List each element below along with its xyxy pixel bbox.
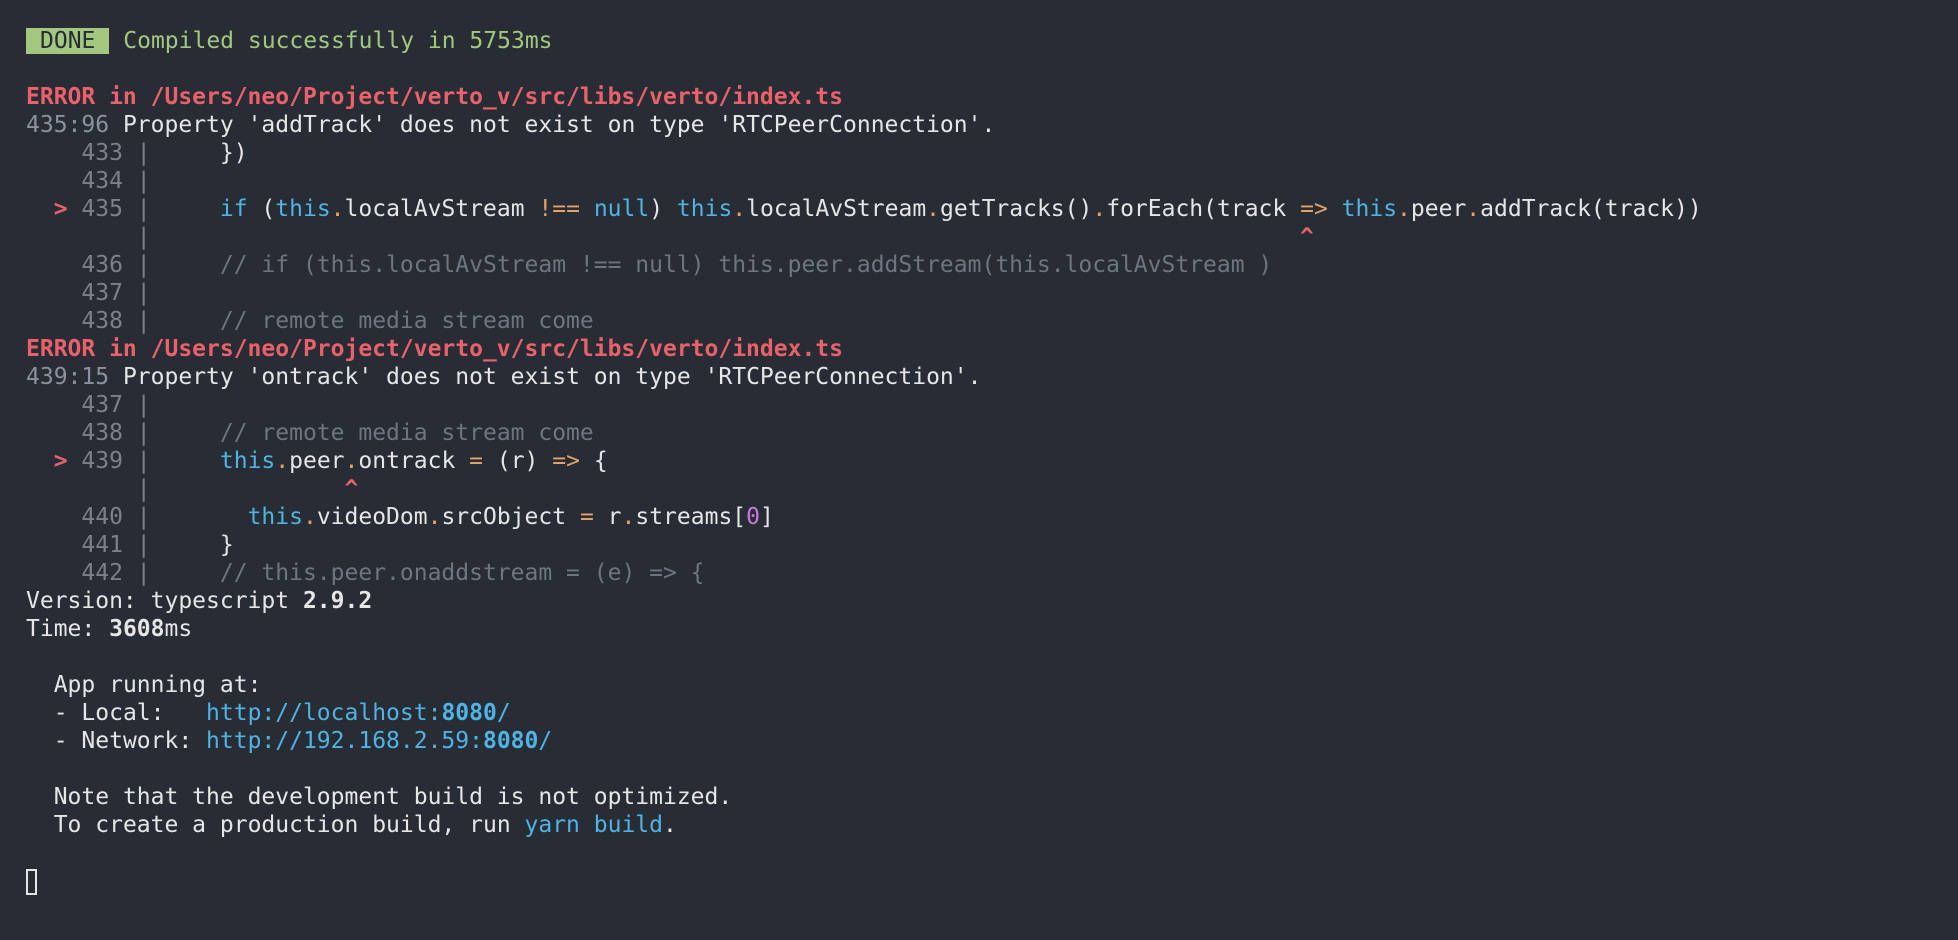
version-label: Version: typescript [26, 588, 303, 614]
production-build-text: To create a production build, run [53, 812, 525, 838]
error-message: Property 'addTrack' does not exist on ty… [122, 112, 996, 138]
build-status-line: DONE Compiled successfully in 5753ms [26, 27, 1946, 55]
production-build-line: To create a production build, run yarn b… [53, 812, 677, 838]
app-running-line: App running at: [26, 671, 1946, 699]
error-header: ERROR in /Users/neo/Project/verto_v/src/… [26, 336, 843, 362]
code-line: 436 | // if (this.localAvStream !== null… [81, 252, 1273, 278]
code-line: 438 | // remote media stream come [81, 308, 594, 334]
error-message-line: 435:96 Property 'addTrack' does not exis… [26, 111, 1946, 139]
line-number: 435 [81, 196, 123, 222]
version-line: Version: typescript 2.9.2 [26, 587, 1946, 615]
error-location: 439:15 [26, 364, 110, 390]
error-pointer-icon: > [26, 196, 82, 222]
line-number: 433 [81, 140, 123, 166]
terminal-output: DONE Compiled successfully in 5753ms ERR… [26, 27, 1946, 895]
network-url-line: - Network: http://192.168.2.59:8080/ [26, 727, 1946, 755]
app-running-label: App running at: [53, 672, 262, 698]
version-value: 2.9.2 [302, 588, 373, 614]
time-value: 3608 [109, 616, 165, 642]
error-location: 435:96 [26, 112, 110, 138]
error-pointer-icon: > [26, 448, 82, 474]
code-line: 440 | this.videoDom.srcObject = r.stream… [81, 504, 774, 530]
line-number: 438 [81, 420, 123, 446]
error-caret-icon: ^ [1299, 224, 1314, 250]
error-message: Property 'ontrack' does not exist on typ… [122, 364, 982, 390]
error-caret-icon: ^ [344, 476, 359, 502]
note-text: Note that the development build is not o… [53, 784, 733, 810]
code-line: 441 | } [81, 532, 234, 558]
prompt-line[interactable] [26, 867, 1946, 895]
note-line: Note that the development build is not o… [26, 783, 1946, 811]
line-number: 437 [81, 280, 123, 306]
line-number: 442 [81, 560, 123, 586]
line-number: 440 [81, 504, 123, 530]
error-header: ERROR in /Users/neo/Project/verto_v/src/… [26, 84, 843, 110]
network-label: - Network: [53, 728, 207, 754]
line-number: 441 [81, 532, 123, 558]
error-message-line: 439:15 Property 'ontrack' does not exist… [26, 363, 1946, 391]
local-label: - Local: [53, 700, 207, 726]
code-line: 437 | [81, 392, 151, 418]
caret-line: | ^ [26, 476, 359, 502]
time-unit: ms [164, 616, 193, 642]
line-number: 436 [81, 252, 123, 278]
code-line-highlighted: > 435 | if (this.localAvStream !== null)… [26, 196, 1702, 222]
yarn-build-command: yarn build [524, 812, 663, 838]
time-label: Time: [26, 616, 110, 642]
code-line: 438 | // remote media stream come [81, 420, 594, 446]
code-line: 434 | [81, 168, 151, 194]
code-line: 437 | [81, 280, 151, 306]
line-number: 439 [81, 448, 123, 474]
code-line-highlighted: > 439 | this.peer.ontrack = (r) => { [26, 448, 608, 474]
code-line: 442 | // this.peer.onaddstream = (e) => … [81, 560, 705, 586]
block-cursor-icon [26, 868, 37, 895]
network-url-link[interactable]: http://192.168.2.59:8080/ [206, 728, 552, 754]
done-badge: DONE [26, 28, 110, 54]
line-number: 438 [81, 308, 123, 334]
time-line: Time: 3608ms [26, 615, 1946, 643]
line-number: 434 [81, 168, 123, 194]
caret-line: | ^ [26, 224, 1314, 250]
code-line: 433 | }) [81, 140, 248, 166]
line-number: 437 [81, 392, 123, 418]
local-url-line: - Local: http://localhost:8080/ [26, 699, 1946, 727]
build-message: Compiled successfully in 5753ms [123, 28, 553, 54]
local-url-link[interactable]: http://localhost:8080/ [206, 700, 511, 726]
